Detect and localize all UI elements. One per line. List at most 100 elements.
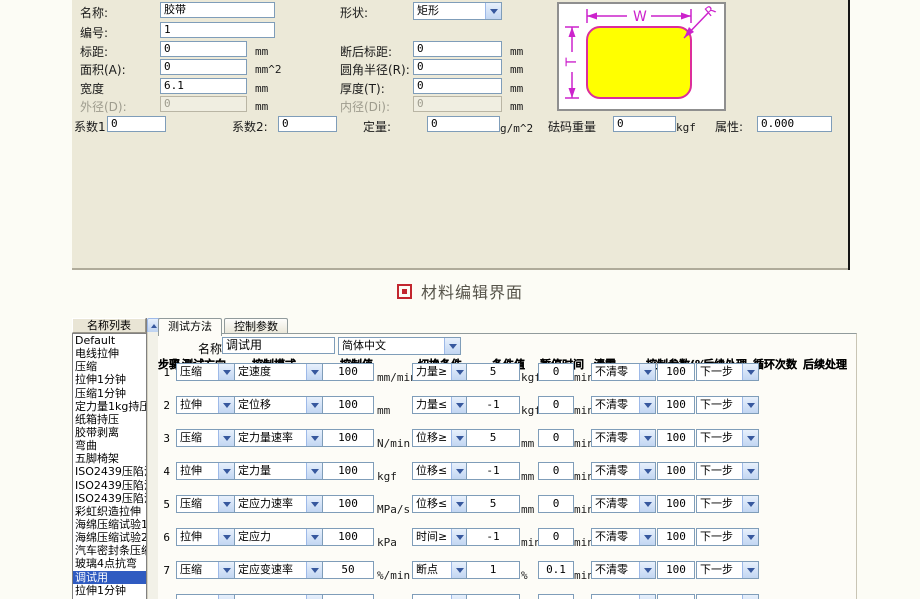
shape-dropdown[interactable]: 矩形 <box>413 2 502 20</box>
condition-dropdown[interactable]: 力量≤ <box>412 396 468 414</box>
chevron-down-icon[interactable] <box>639 397 655 413</box>
condition-dropdown[interactable]: 断点 <box>412 561 468 579</box>
list-item[interactable]: Default <box>73 334 146 347</box>
next-action-dropdown[interactable]: 下一步 <box>696 396 759 414</box>
condition-dropdown[interactable]: 位移≤ <box>412 495 468 513</box>
chevron-down-icon[interactable] <box>218 529 234 545</box>
control-value-input[interactable]: 100 <box>322 495 374 513</box>
chevron-down-icon[interactable] <box>306 529 322 545</box>
chevron-down-icon[interactable] <box>742 397 758 413</box>
pause-time-input[interactable]: 0.1 <box>538 561 574 579</box>
chevron-down-icon[interactable] <box>639 496 655 512</box>
chevron-down-icon[interactable] <box>742 595 758 599</box>
clear-zero-dropdown[interactable]: 不清零 <box>591 363 656 381</box>
next-action-dropdown[interactable]: 下一步 <box>696 429 759 447</box>
pause-time-input[interactable]: 0 <box>538 429 574 447</box>
control-param-input[interactable]: 100 <box>657 363 695 381</box>
control-value-input[interactable] <box>322 594 374 599</box>
weight-input[interactable]: 0 <box>613 116 676 132</box>
break-gauge-input[interactable]: 0 <box>413 41 502 57</box>
condition-value-input[interactable]: 5 <box>466 429 520 447</box>
control-mode-dropdown[interactable]: 定位移 <box>234 396 323 414</box>
pause-time-input[interactable]: 0 <box>538 462 574 480</box>
next-action-dropdown[interactable]: 下一步 <box>696 363 759 381</box>
chevron-down-icon[interactable] <box>742 496 758 512</box>
control-value-input[interactable]: 100 <box>322 396 374 414</box>
control-param-input[interactable]: 100 <box>657 528 695 546</box>
corner-radius-input[interactable]: 0 <box>413 59 502 75</box>
method-name-input[interactable]: 调试用 <box>222 337 335 354</box>
direction-dropdown[interactable]: 压缩 <box>176 429 235 447</box>
chevron-down-icon[interactable] <box>451 430 467 446</box>
condition-value-input[interactable]: 5 <box>466 495 520 513</box>
control-mode-dropdown[interactable]: 定应力速率 <box>234 495 323 513</box>
clear-zero-dropdown[interactable]: 不清零 <box>591 495 656 513</box>
control-mode-dropdown[interactable]: 定力量速率 <box>234 429 323 447</box>
control-value-input[interactable]: 100 <box>322 462 374 480</box>
control-mode-dropdown[interactable]: 定力量 <box>234 462 323 480</box>
chevron-down-icon[interactable] <box>451 364 467 380</box>
control-mode-dropdown[interactable]: 定速度 <box>234 363 323 381</box>
tab-control-params[interactable]: 控制参数 <box>224 318 288 334</box>
control-mode-dropdown[interactable]: 定应变速率 <box>234 561 323 579</box>
condition-dropdown[interactable]: 位移≥ <box>412 429 468 447</box>
language-dropdown[interactable]: 简体中文 <box>338 337 461 355</box>
condition-dropdown[interactable]: 位移≤ <box>412 462 468 480</box>
clear-zero-dropdown[interactable]: 不清零 <box>591 396 656 414</box>
control-mode-dropdown[interactable] <box>234 594 323 599</box>
chevron-down-icon[interactable] <box>218 496 234 512</box>
chevron-down-icon[interactable] <box>451 595 467 599</box>
pause-time-input[interactable] <box>538 594 574 599</box>
next-action-dropdown[interactable]: 下一步 <box>696 528 759 546</box>
chevron-down-icon[interactable] <box>742 364 758 380</box>
chevron-down-icon[interactable] <box>306 430 322 446</box>
direction-dropdown[interactable]: 拉伸 <box>176 396 235 414</box>
control-value-input[interactable]: 100 <box>322 528 374 546</box>
list-item[interactable]: 电线拉伸 <box>73 347 146 360</box>
next-action-dropdown[interactable]: 下一步 <box>696 561 759 579</box>
control-value-input[interactable]: 50 <box>322 561 374 579</box>
coef2-input[interactable]: 0 <box>278 116 337 132</box>
chevron-down-icon[interactable] <box>218 595 234 599</box>
chevron-down-icon[interactable] <box>444 338 460 354</box>
chevron-down-icon[interactable] <box>306 463 322 479</box>
control-value-input[interactable]: 100 <box>322 429 374 447</box>
direction-dropdown[interactable]: 拉伸 <box>176 462 235 480</box>
chevron-down-icon[interactable] <box>306 397 322 413</box>
direction-dropdown[interactable]: 压缩 <box>176 495 235 513</box>
pause-time-input[interactable]: 0 <box>538 528 574 546</box>
direction-dropdown[interactable]: 压缩 <box>176 561 235 579</box>
chevron-down-icon[interactable] <box>742 430 758 446</box>
chevron-down-icon[interactable] <box>306 496 322 512</box>
control-param-input[interactable]: 100 <box>657 561 695 579</box>
next-action-dropdown[interactable]: 下一步 <box>696 462 759 480</box>
clear-zero-dropdown[interactable]: 不清零 <box>591 462 656 480</box>
pause-time-input[interactable]: 0 <box>538 363 574 381</box>
chevron-down-icon[interactable] <box>639 463 655 479</box>
chevron-down-icon[interactable] <box>639 562 655 578</box>
quantity-input[interactable]: 0 <box>427 116 500 132</box>
condition-value-input[interactable] <box>466 594 520 599</box>
chevron-down-icon[interactable] <box>451 496 467 512</box>
next-action-dropdown[interactable]: 下一步 <box>696 495 759 513</box>
material-name-input[interactable]: 胶带 <box>160 2 275 18</box>
chevron-down-icon[interactable] <box>451 463 467 479</box>
next-action-dropdown[interactable] <box>696 594 759 599</box>
chevron-down-icon[interactable] <box>306 364 322 380</box>
chevron-down-icon[interactable] <box>742 529 758 545</box>
area-input[interactable]: 0 <box>160 59 247 75</box>
material-number-input[interactable]: 1 <box>160 22 275 38</box>
control-param-input[interactable]: 100 <box>657 429 695 447</box>
thickness-input[interactable]: 0 <box>413 78 502 94</box>
width-input[interactable]: 6.1 <box>160 78 247 94</box>
chevron-down-icon[interactable] <box>218 364 234 380</box>
chevron-down-icon[interactable] <box>742 463 758 479</box>
pause-time-input[interactable]: 0 <box>538 495 574 513</box>
gauge-length-input[interactable]: 0 <box>160 41 247 57</box>
chevron-down-icon[interactable] <box>218 430 234 446</box>
pause-time-input[interactable]: 0 <box>538 396 574 414</box>
control-param-input[interactable]: 100 <box>657 462 695 480</box>
chevron-down-icon[interactable] <box>218 463 234 479</box>
chevron-down-icon[interactable] <box>451 529 467 545</box>
chevron-down-icon[interactable] <box>742 562 758 578</box>
